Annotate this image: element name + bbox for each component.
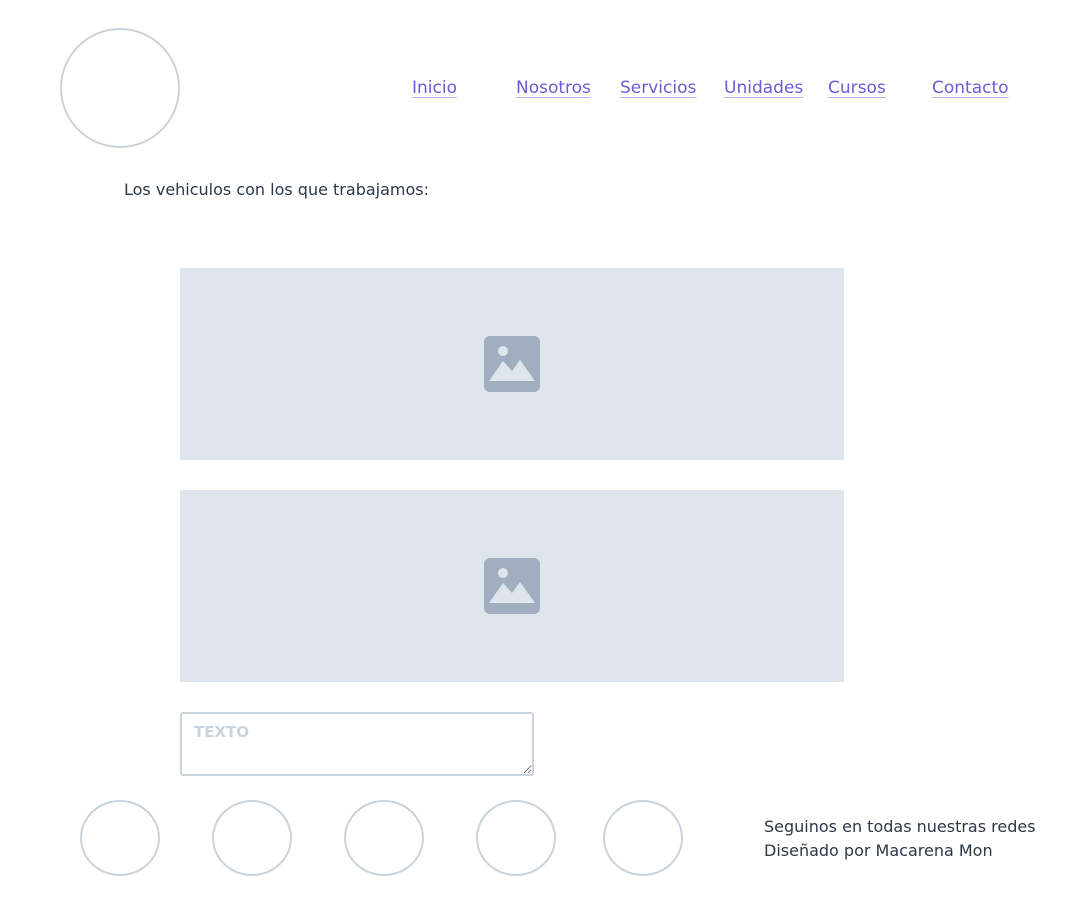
section-intro-text: Los vehiculos con los que trabajamos: bbox=[124, 180, 429, 199]
image-placeholder-icon bbox=[484, 336, 540, 392]
nav-link-nosotros[interactable]: Nosotros bbox=[516, 77, 591, 99]
social-icon-4[interactable] bbox=[476, 800, 556, 876]
nav-link-contacto[interactable]: Contacto bbox=[932, 77, 1009, 99]
text-input[interactable] bbox=[180, 712, 534, 776]
nav-link-servicios[interactable]: Servicios bbox=[620, 77, 696, 99]
footer-text: Seguinos en todas nuestras redes Diseñad… bbox=[764, 815, 1036, 863]
logo-placeholder bbox=[60, 28, 180, 148]
nav-link-inicio[interactable]: Inicio bbox=[412, 77, 457, 99]
social-icon-1[interactable] bbox=[80, 800, 160, 876]
nav-link-unidades[interactable]: Unidades bbox=[724, 77, 803, 99]
vehicle-image-1 bbox=[180, 268, 844, 460]
social-icon-5[interactable] bbox=[603, 800, 683, 876]
image-placeholder-icon bbox=[484, 558, 540, 614]
credit-text: Diseñado por Macarena Mon bbox=[764, 841, 993, 860]
social-icon-2[interactable] bbox=[212, 800, 292, 876]
nav-link-cursos[interactable]: Cursos bbox=[828, 77, 886, 99]
social-icon-3[interactable] bbox=[344, 800, 424, 876]
vehicle-image-2 bbox=[180, 490, 844, 682]
follow-text: Seguinos en todas nuestras redes bbox=[764, 817, 1036, 836]
